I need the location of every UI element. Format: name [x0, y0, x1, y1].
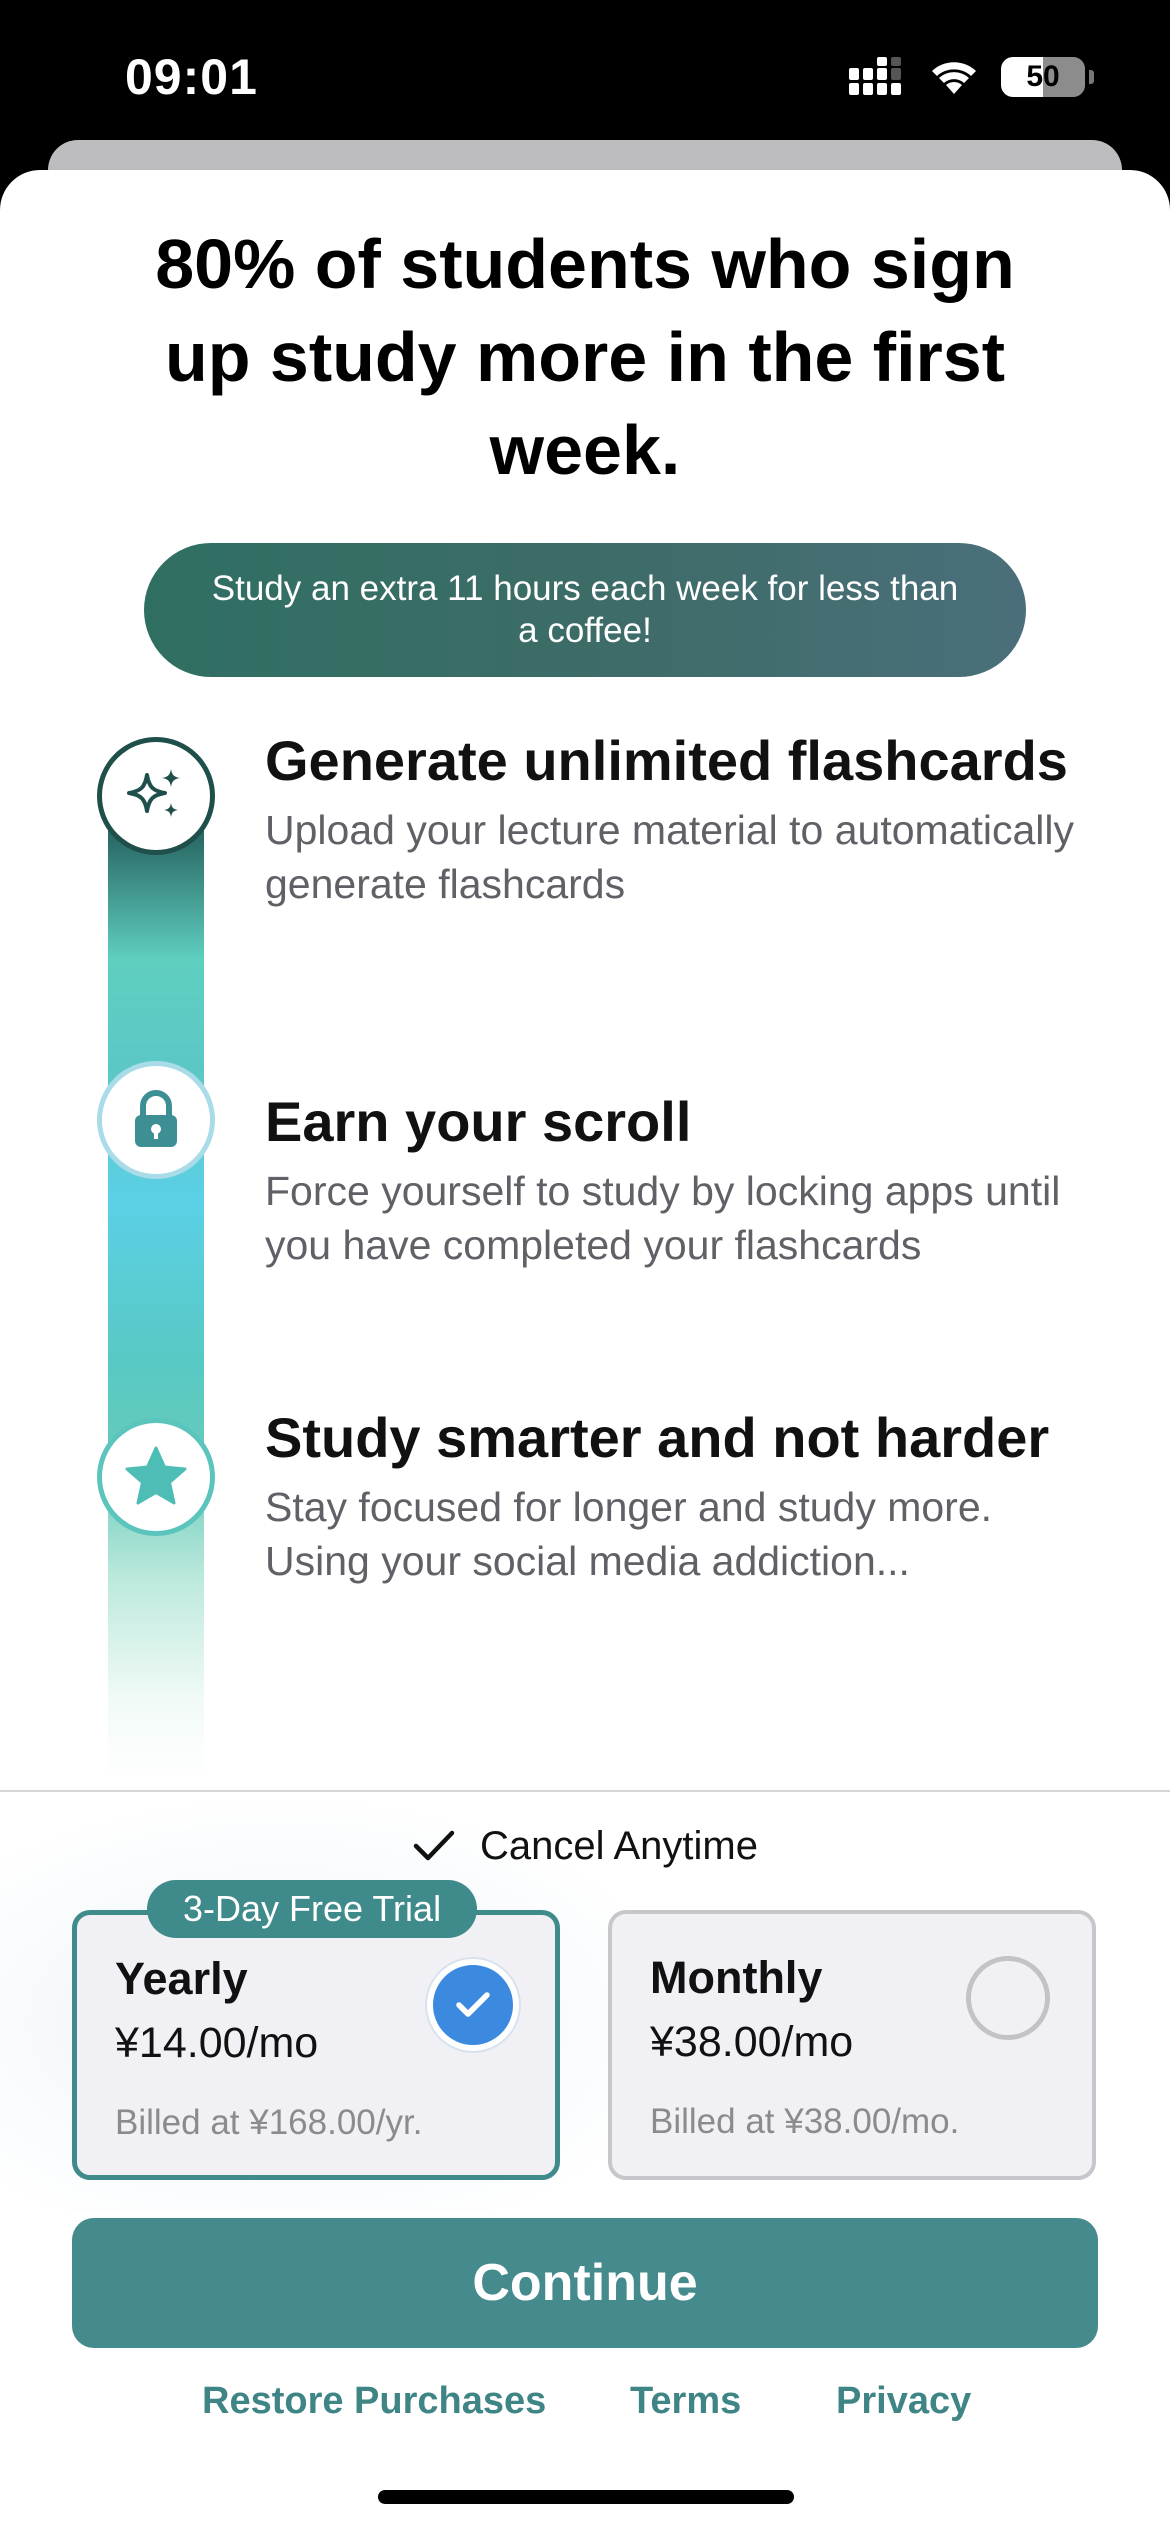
plan-billing-note: Billed at ¥38.00/mo. [650, 2102, 960, 2141]
step-icon-3 [97, 1418, 215, 1536]
plan-price: ¥38.00/mo [650, 2018, 854, 2066]
battery-level: 50 [1026, 60, 1060, 93]
lock-icon [135, 1090, 177, 1147]
status-time: 09:01 [125, 49, 258, 105]
feature-title: Study smarter and not harder [265, 1406, 1050, 1469]
battery-tip [1089, 70, 1094, 84]
home-indicator[interactable] [378, 2490, 794, 2504]
feature-title: Earn your scroll [265, 1090, 692, 1153]
page-title: 80% of students who sign up study more i… [155, 225, 1015, 489]
plan-option-yearly[interactable]: 3-Day Free Trial Yearly ¥14.00/mo Billed… [72, 1880, 560, 2180]
feature-title: Generate unlimited flashcards [265, 729, 1068, 792]
footer-links: Restore Purchases Terms Privacy [0, 2380, 1170, 2436]
plan-price: ¥14.00/mo [115, 2019, 319, 2067]
timeline-bar [108, 780, 204, 1780]
status-icons: 50 [849, 55, 1094, 99]
plan-name: Yearly [115, 1953, 248, 2004]
feature-item-scroll: Earn your scroll Force yourself to study… [265, 1086, 1095, 1272]
feature-description: Upload your lecture material to automati… [265, 807, 1074, 907]
sparkles-icon [127, 769, 180, 817]
cancel-anytime-label: Cancel Anytime [480, 1823, 758, 1868]
feature-item-study-smarter: Study smarter and not harder Stay focuse… [265, 1402, 1095, 1588]
feature-description: Stay focused for longer and study more. … [265, 1484, 993, 1584]
unselected-radio[interactable] [966, 1956, 1050, 2040]
restore-purchases-link[interactable]: Restore Purchases [202, 2380, 546, 2423]
star-icon [125, 1446, 187, 1505]
privacy-link[interactable]: Privacy [836, 2380, 971, 2423]
cancel-anytime-row: Cancel Anytime [0, 1818, 1170, 1874]
promo-banner: Study an extra 11 hours each week for le… [144, 543, 1026, 677]
selected-radio[interactable] [427, 1959, 519, 2051]
continue-button[interactable]: Continue [72, 2218, 1098, 2348]
step-icon-1 [97, 737, 215, 855]
checkmark-icon [456, 1992, 490, 2017]
status-bar: 09:01 50 [0, 0, 1170, 150]
cellular-signal-icon [849, 57, 901, 95]
wifi-icon [932, 62, 976, 94]
terms-link[interactable]: Terms [630, 2380, 741, 2423]
checkmark-icon [413, 1830, 455, 1861]
feature-item-flashcards: Generate unlimited flashcards Upload you… [265, 725, 1095, 911]
step-icon-2 [97, 1061, 215, 1179]
feature-description: Force yourself to study by locking apps … [265, 1168, 1061, 1268]
plan-name: Monthly [650, 1952, 823, 2003]
plan-billing-note: Billed at ¥168.00/yr. [115, 2103, 423, 2142]
battery-icon: 50 [1001, 57, 1085, 97]
plan-option-monthly[interactable]: Monthly ¥38.00/mo Billed at ¥38.00/mo. [608, 1910, 1096, 2180]
free-trial-badge: 3-Day Free Trial [147, 1880, 478, 1938]
